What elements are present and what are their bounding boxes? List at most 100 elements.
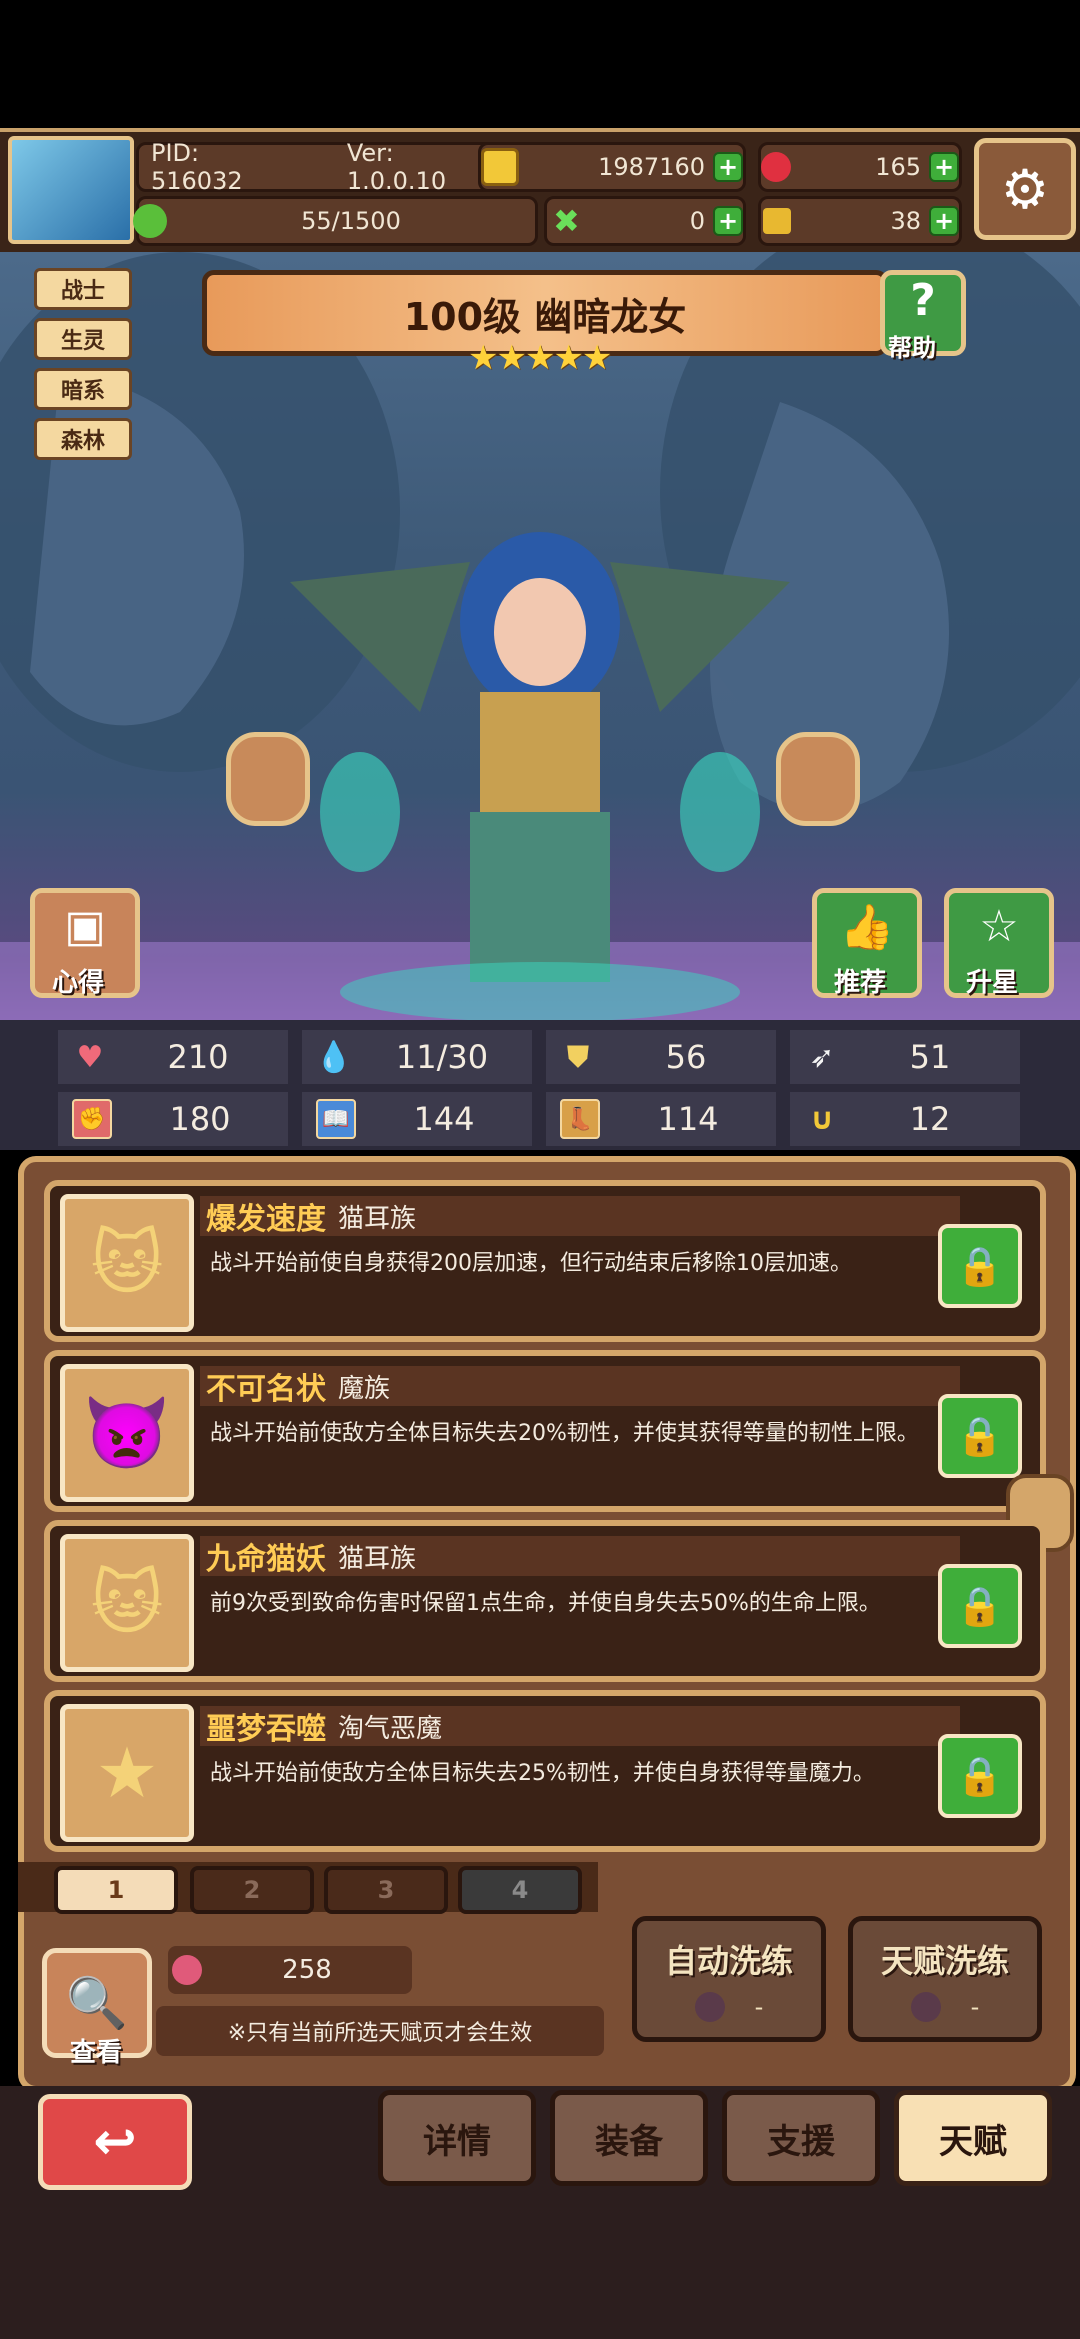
page-tab-3[interactable]: 3 bbox=[324, 1866, 448, 1914]
stat-agility: ➶ 51 bbox=[790, 1030, 1020, 1084]
auto-refine-button[interactable]: 自动洗练 - bbox=[632, 1916, 826, 2042]
settings-button[interactable]: ⚙ bbox=[974, 138, 1076, 240]
stat-luck: ∪ 12 bbox=[790, 1092, 1020, 1146]
stat-attack: ✊ 180 bbox=[58, 1092, 288, 1146]
lock-button[interactable]: 🔒 bbox=[938, 1734, 1022, 1818]
stat-value: 180 bbox=[169, 1100, 231, 1138]
page-tab-1[interactable]: 1 bbox=[54, 1866, 178, 1914]
talent-refine-label: 天赋洗练 bbox=[880, 1942, 1009, 1980]
talent-name: 噩梦吞噬 bbox=[206, 1712, 326, 1747]
talent-slot-3[interactable]: 🐱 九命猫妖 猫耳族 前9次受到致命伤害时保留1点生命，并使自身失去50%的生命上… bbox=[44, 1520, 1046, 1682]
stamina-value: 55/1500 bbox=[301, 207, 401, 235]
stat-value: 51 bbox=[909, 1038, 951, 1076]
lock-icon: 🔒 bbox=[956, 1413, 1004, 1458]
nav-equipment[interactable]: 装备 bbox=[550, 2090, 708, 2186]
magnifier-icon: 🔍 bbox=[65, 1973, 129, 2032]
notes-label: 心得 bbox=[52, 968, 105, 998]
upstar-label: 升星 bbox=[966, 968, 1019, 998]
stat-value: 210 bbox=[167, 1038, 229, 1076]
hero-star-rating: ★★★★★ bbox=[468, 338, 612, 378]
gold-counter: 1987160 + bbox=[478, 142, 746, 192]
talent-name: 不可名状 bbox=[206, 1372, 326, 1407]
help-label: 帮助 bbox=[888, 334, 936, 362]
nav-talent[interactable]: 天赋 bbox=[894, 2090, 1052, 2186]
talent-name: 爆发速度 bbox=[206, 1202, 326, 1237]
auto-refine-cost: - bbox=[694, 1992, 764, 2022]
stat-speed: 👢 114 bbox=[546, 1092, 776, 1146]
add-gold-button[interactable]: + bbox=[713, 152, 743, 182]
stat-value: 12 bbox=[909, 1100, 951, 1138]
talent-slot-2[interactable]: 👿 不可名状 魔族 战斗开始前使敌方全体目标失去20%韧性，并使其获得等量的韧性上… bbox=[44, 1350, 1046, 1512]
auto-refine-label: 自动洗练 bbox=[664, 1942, 793, 1980]
version-text: Ver: 1.0.0.10 bbox=[346, 139, 447, 195]
prev-hero-arrow[interactable] bbox=[226, 732, 310, 826]
gem-counter: 165 + bbox=[758, 142, 962, 192]
next-hero-arrow[interactable] bbox=[776, 732, 860, 826]
lock-icon: 🔒 bbox=[956, 1753, 1004, 1798]
cost-value: - bbox=[754, 1993, 764, 2021]
stat-value: 56 bbox=[665, 1038, 707, 1076]
talent-refine-cost: - bbox=[910, 1992, 980, 2022]
hero-title: 100级 幽暗龙女 bbox=[403, 294, 687, 339]
talent-race: 淘气恶魔 bbox=[338, 1713, 443, 1744]
add-gem-button[interactable]: + bbox=[929, 152, 959, 182]
talent-refine-button[interactable]: 天赋洗练 - bbox=[848, 1916, 1042, 2042]
view-label: 查看 bbox=[70, 2038, 123, 2068]
notebook-icon: ▣ bbox=[64, 901, 106, 952]
cat-icon: 🐱 bbox=[60, 1534, 194, 1672]
pid-text: PID: 516032 bbox=[151, 139, 243, 195]
fist-icon: ✊ bbox=[72, 1099, 112, 1139]
pid-version-bar: PID: 516032 Ver: 1.0.0.10 bbox=[136, 139, 502, 195]
lock-button[interactable]: 🔒 bbox=[938, 1394, 1022, 1478]
return-arrow-icon: ↩ bbox=[93, 2112, 137, 2172]
talent-page-note: ※只有当前所选天赋页才会生效 bbox=[156, 2006, 604, 2056]
clover-counter: ✖ 0 + bbox=[544, 196, 746, 246]
stat-value: 11/30 bbox=[395, 1038, 489, 1076]
talent-description: 前9次受到致命伤害时保留1点生命，并使自身失去50%的生命上限。 bbox=[210, 1591, 881, 1616]
boot-icon: 👢 bbox=[560, 1099, 600, 1139]
potion-value: 258 bbox=[282, 1955, 332, 1985]
gem-value: 165 bbox=[875, 153, 921, 181]
drop-icon: 💧 bbox=[315, 1039, 353, 1075]
tag-forest: 森林 bbox=[34, 418, 132, 460]
stamina-bar: 55/1500 bbox=[133, 196, 538, 246]
back-button[interactable]: ↩ bbox=[38, 2094, 192, 2190]
clover-icon: ✖ bbox=[553, 202, 580, 240]
talent-race: 猫耳族 bbox=[338, 1203, 417, 1234]
player-avatar[interactable] bbox=[8, 136, 134, 244]
recommend-label: 推荐 bbox=[834, 968, 887, 998]
tag-warrior: 战士 bbox=[34, 268, 132, 310]
add-boots-button[interactable]: + bbox=[929, 206, 959, 236]
page-tab-2[interactable]: 2 bbox=[190, 1866, 314, 1914]
horseshoe-icon: ∪ bbox=[809, 1101, 835, 1137]
star-icon: ★ bbox=[60, 1704, 194, 1842]
nav-details[interactable]: 详情 bbox=[378, 2090, 536, 2186]
potion-counter: 258 bbox=[168, 1946, 412, 1994]
boots-counter: 38 + bbox=[758, 196, 962, 246]
talent-name: 九命猫妖 bbox=[206, 1542, 326, 1577]
boot-resource-icon bbox=[763, 208, 791, 234]
boots-value: 38 bbox=[890, 207, 921, 235]
wing-icon: ➶ bbox=[809, 1039, 835, 1075]
clover-value: 0 bbox=[689, 207, 705, 235]
question-icon: ? bbox=[910, 275, 936, 326]
stat-hp: ♥ 210 bbox=[58, 1030, 288, 1084]
talent-slot-4[interactable]: ★ 噩梦吞噬 淘气恶魔 战斗开始前使敌方全体目标失去25%韧性，并使自身获得等量魔… bbox=[44, 1690, 1046, 1852]
potion-icon bbox=[172, 1955, 202, 1985]
nav-support[interactable]: 支援 bbox=[722, 2090, 880, 2186]
tag-living: 生灵 bbox=[34, 318, 132, 360]
star-icon: ☆ bbox=[979, 901, 1019, 952]
add-clover-button[interactable]: + bbox=[713, 206, 743, 236]
lock-button[interactable]: 🔒 bbox=[938, 1224, 1022, 1308]
demon-icon: 👿 bbox=[60, 1364, 194, 1502]
lock-button[interactable]: 🔒 bbox=[938, 1564, 1022, 1648]
gold-coin-icon bbox=[481, 148, 519, 186]
stat-value: 144 bbox=[413, 1100, 475, 1138]
heart-icon: ♥ bbox=[76, 1039, 104, 1075]
stat-value: 114 bbox=[657, 1100, 719, 1138]
talent-header: 噩梦吞噬 淘气恶魔 bbox=[200, 1706, 960, 1747]
talent-slot-1[interactable]: 🐱 爆发速度 猫耳族 战斗开始前使自身获得200层加速，但行动结束后移除10层加速… bbox=[44, 1180, 1046, 1342]
red-gem-icon bbox=[761, 152, 791, 182]
page-tab-4[interactable]: 4 bbox=[458, 1866, 582, 1914]
cost-value: - bbox=[970, 1993, 980, 2021]
